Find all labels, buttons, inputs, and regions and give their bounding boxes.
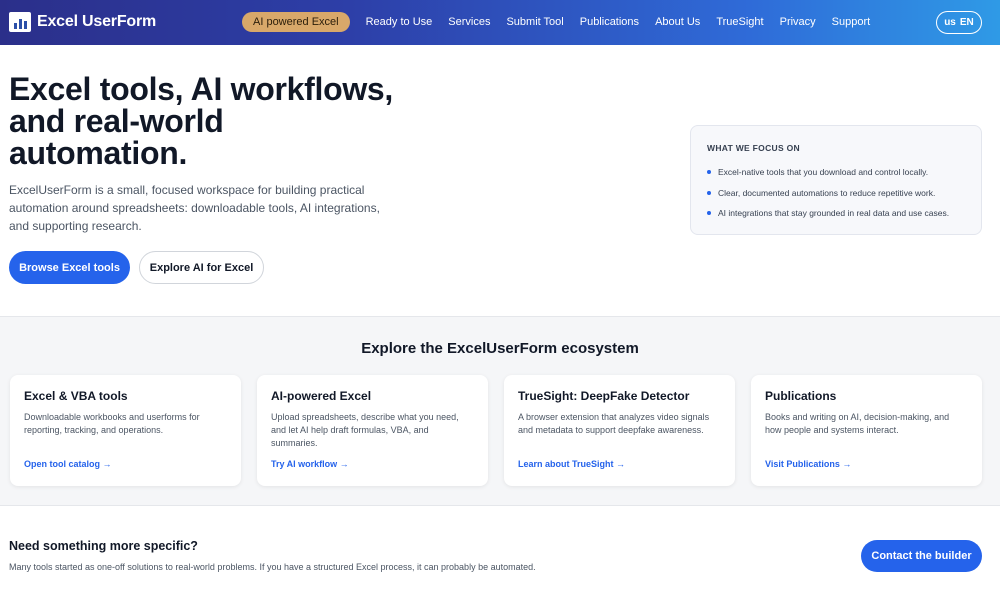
language-code: EN <box>959 17 974 28</box>
card-title: Excel & VBA tools <box>24 389 128 403</box>
nav-about-us[interactable]: About Us <box>655 16 700 28</box>
focus-title: WHAT WE FOCUS ON <box>707 143 800 153</box>
cta-description: Many tools started as one-off solutions … <box>9 562 536 572</box>
nav-support[interactable]: Support <box>832 16 871 28</box>
card-publications: Publications Books and writing on AI, de… <box>751 375 982 486</box>
site-header: Excel UserForm AI powered Excel Ready to… <box>0 0 1000 45</box>
cta-title: Need something more specific? <box>9 539 198 553</box>
browse-excel-tools-button[interactable]: Browse Excel tools <box>9 251 130 284</box>
card-description: Downloadable workbooks and userforms for… <box>24 412 200 435</box>
card-truesight: TrueSight: DeepFake Detector A browser e… <box>504 375 735 486</box>
language-switcher[interactable]: us EN <box>936 11 982 34</box>
nav-ready-to-use[interactable]: Ready to Use <box>366 16 433 28</box>
visit-publications-link[interactable]: Visit Publications → <box>765 459 851 469</box>
hero-title: Excel tools, AI workflows, and real-worl… <box>9 73 409 169</box>
focus-item-text: AI integrations that stay grounded in re… <box>718 208 950 219</box>
us-flag-icon: us <box>944 17 956 28</box>
site-logo[interactable]: Excel UserForm <box>9 12 156 32</box>
open-tool-catalog-link[interactable]: Open tool catalog → <box>24 459 112 469</box>
bullet-dot-icon <box>707 211 711 216</box>
ecosystem-title: Explore the ExcelUserForm ecosystem <box>361 340 639 357</box>
card-title: Publications <box>765 389 837 403</box>
card-excel-vba-tools: Excel & VBA tools Downloadable workbooks… <box>10 375 241 486</box>
main-nav: AI powered Excel Ready to Use Services S… <box>242 12 886 32</box>
explore-ai-for-excel-button[interactable]: Explore AI for Excel <box>139 251 264 284</box>
card-description: Upload spreadsheets, describe what you n… <box>271 412 459 448</box>
nav-truesight[interactable]: TrueSight <box>716 16 763 28</box>
nav-ai-powered-excel[interactable]: AI powered Excel <box>242 12 350 32</box>
card-description: Books and writing on AI, decision-making… <box>765 412 950 435</box>
bullet-dot-icon <box>707 170 711 175</box>
nav-submit-tool[interactable]: Submit Tool <box>506 16 563 28</box>
card-title: AI-powered Excel <box>271 389 372 403</box>
try-ai-workflow-link[interactable]: Try AI workflow → <box>271 459 349 469</box>
contact-the-builder-button[interactable]: Contact the builder <box>861 540 982 572</box>
nav-publications[interactable]: Publications <box>580 16 639 28</box>
hero-title-line: Excel tools, AI workflows, <box>9 71 393 107</box>
excel-logo-icon <box>9 12 31 32</box>
focus-item: AI integrations that stay grounded in re… <box>707 203 965 224</box>
card-title: TrueSight: DeepFake Detector <box>518 389 690 403</box>
focus-item: Excel-native tools that you download and… <box>707 162 965 183</box>
focus-item-text: Clear, documented automations to reduce … <box>718 187 936 198</box>
logo-text: Excel UserForm <box>37 13 157 30</box>
card-ai-powered-excel: AI-powered Excel Upload spreadsheets, de… <box>257 375 488 486</box>
ecosystem-section: Explore the ExcelUserForm ecosystem Exce… <box>0 316 1000 506</box>
hero-title-line: and real-world <box>9 103 224 139</box>
bullet-dot-icon <box>707 190 711 195</box>
nav-services[interactable]: Services <box>448 16 490 28</box>
nav-privacy[interactable]: Privacy <box>780 16 816 28</box>
focus-item-text: Excel-native tools that you download and… <box>718 167 929 178</box>
learn-about-truesight-link[interactable]: Learn about TrueSight → <box>518 459 625 469</box>
focus-card: WHAT WE FOCUS ON Excel-native tools that… <box>690 125 982 235</box>
hero-description: ExcelUserForm is a small, focused worksp… <box>9 183 380 233</box>
hero-title-line: automation. <box>9 135 188 171</box>
focus-item: Clear, documented automations to reduce … <box>707 183 965 204</box>
card-description: A browser extension that analyzes video … <box>518 412 710 435</box>
